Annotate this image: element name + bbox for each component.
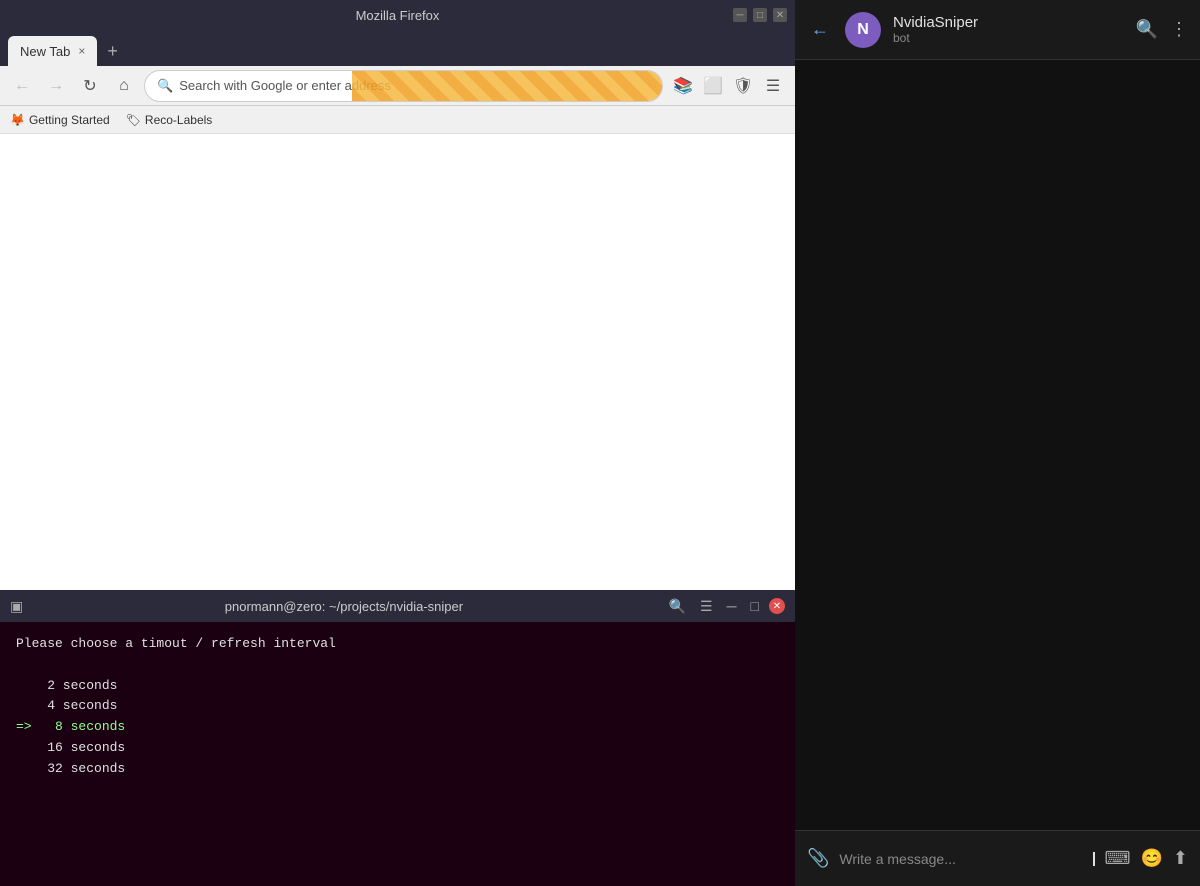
- container-button[interactable]: ⬜: [699, 72, 727, 100]
- chat-send-icons: ⌨ 😊 ⬆: [1105, 848, 1189, 869]
- terminal-controls: 🔍 ☰ ─ □ ✕: [665, 596, 785, 617]
- chat-user-info: NvidiaSniper bot: [893, 14, 1124, 45]
- chat-header: ← N NvidiaSniper bot 🔍 ⋮: [795, 0, 1200, 60]
- chat-body: [795, 60, 1200, 830]
- right-panel: ← N NvidiaSniper bot 🔍 ⋮ 📎 ⌨ 😊 ⬆: [795, 0, 1200, 886]
- forward-button[interactable]: →: [42, 72, 70, 100]
- terminal-minimize-button[interactable]: ─: [723, 596, 741, 616]
- firefox-title: Mozilla Firefox: [356, 8, 440, 23]
- firefox-icon: 🦊: [10, 113, 25, 127]
- label-icon: 🏷: [126, 113, 141, 127]
- firefox-tabbar: New Tab × +: [0, 30, 795, 66]
- terminal-option-3-selected: => 8 seconds: [16, 717, 779, 738]
- new-tab-button[interactable]: +: [101, 36, 124, 66]
- terminal-selected-value: 8 seconds: [39, 719, 125, 734]
- tab-label: New Tab: [20, 44, 70, 59]
- maximize-button[interactable]: □: [753, 8, 767, 22]
- cursor: [1093, 852, 1095, 866]
- library-button[interactable]: 📚: [669, 72, 697, 100]
- terminal-prompt-text: Please choose a timout / refresh interva…: [16, 636, 336, 651]
- terminal-menu-button[interactable]: ☰: [696, 596, 717, 617]
- address-bar[interactable]: 🔍 Search with Google or enter address: [144, 70, 663, 102]
- chat-input-area: 📎 ⌨ 😊 ⬆: [795, 830, 1200, 886]
- firefox-window: Mozilla Firefox ─ □ ✕ New Tab × + ← →: [0, 0, 795, 590]
- chat-back-button[interactable]: ←: [807, 15, 833, 44]
- terminal-arrow: =>: [16, 719, 32, 734]
- firefox-content: [0, 134, 795, 590]
- titlebar-controls: ─ □ ✕: [733, 8, 787, 22]
- terminal-body: Please choose a timout / refresh interva…: [0, 622, 795, 886]
- terminal-option-1: 2 seconds: [16, 676, 779, 697]
- terminal-close-button[interactable]: ✕: [769, 598, 785, 614]
- left-panel: Mozilla Firefox ─ □ ✕ New Tab × + ← →: [0, 0, 795, 886]
- keyboard-icon[interactable]: ⌨: [1105, 848, 1131, 869]
- firefox-tab-new[interactable]: New Tab ×: [8, 36, 97, 66]
- refresh-button[interactable]: ↻: [76, 72, 104, 100]
- terminal-search-button[interactable]: 🔍: [665, 596, 690, 617]
- terminal-titlebar: ▣ pnormann@zero: ~/projects/nvidia-snipe…: [0, 590, 795, 622]
- bookmark-getting-started[interactable]: 🦊 Getting Started: [10, 113, 110, 127]
- terminal-window: ▣ pnormann@zero: ~/projects/nvidia-snipe…: [0, 590, 795, 886]
- firefox-toolbar: ← → ↻ ⌂ 🔍 Search with Google or enter ad…: [0, 66, 795, 106]
- menu-button[interactable]: ☰: [759, 72, 787, 100]
- chat-header-icons: 🔍 ⋮: [1136, 19, 1188, 40]
- chat-input-field[interactable]: [839, 851, 1082, 867]
- emoji-icon[interactable]: 😊: [1140, 848, 1162, 869]
- shield-button[interactable]: 🛡: [729, 72, 757, 100]
- close-button[interactable]: ✕: [773, 8, 787, 22]
- search-icon: 🔍: [157, 78, 173, 94]
- chat-status: bot: [893, 31, 1124, 45]
- toolbar-icons: 📚 ⬜ 🛡 ☰: [669, 72, 787, 100]
- tab-close-icon[interactable]: ×: [78, 44, 85, 58]
- avatar: N: [845, 12, 881, 48]
- terminal-option-5: 32 seconds: [16, 759, 779, 780]
- minimize-button[interactable]: ─: [733, 8, 747, 22]
- firefox-bookmarks: 🦊 Getting Started 🏷 Reco-Labels: [0, 106, 795, 134]
- chat-search-icon[interactable]: 🔍: [1136, 19, 1158, 40]
- terminal-maximize-button[interactable]: □: [747, 596, 763, 616]
- back-button[interactable]: ←: [8, 72, 36, 100]
- send-icon[interactable]: ⬆: [1173, 848, 1188, 869]
- chat-username: NvidiaSniper: [893, 14, 1124, 31]
- bookmark-reco-labels[interactable]: 🏷 Reco-Labels: [126, 113, 213, 127]
- chat-more-icon[interactable]: ⋮: [1170, 19, 1188, 40]
- terminal-option-2: 4 seconds: [16, 696, 779, 717]
- bookmark-reco-labels-label: Reco-Labels: [145, 113, 212, 127]
- terminal-option-4: 16 seconds: [16, 738, 779, 759]
- terminal-prompt-line: Please choose a timout / refresh interva…: [16, 634, 779, 655]
- bookmark-getting-started-label: Getting Started: [29, 113, 110, 127]
- terminal-title: pnormann@zero: ~/projects/nvidia-sniper: [31, 599, 656, 614]
- attachment-icon[interactable]: 📎: [807, 848, 829, 869]
- firefox-titlebar: Mozilla Firefox ─ □ ✕: [0, 0, 795, 30]
- loading-indicator: [352, 71, 662, 101]
- terminal-icon: ▣: [10, 598, 23, 615]
- home-button[interactable]: ⌂: [110, 72, 138, 100]
